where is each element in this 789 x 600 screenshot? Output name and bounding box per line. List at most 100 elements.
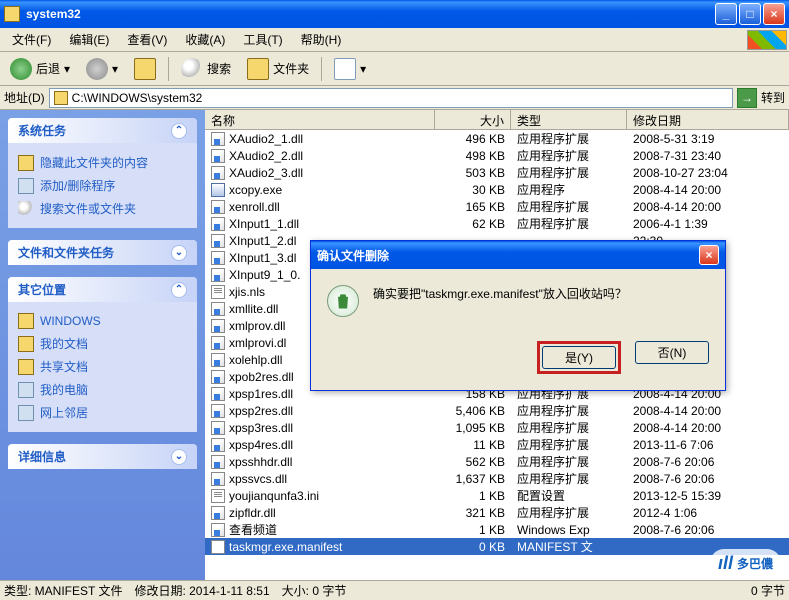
sidebar-link-shared[interactable]: 共享文档 — [18, 355, 187, 378]
file-size: 5,406 KB — [435, 404, 511, 418]
table-row[interactable]: xpsp3res.dll1,095 KB应用程序扩展2008-4-14 20:0… — [205, 419, 789, 436]
address-label: 地址(D) — [4, 89, 45, 106]
menu-edit[interactable]: 编辑(E) — [61, 29, 117, 50]
file-date: 2013-11-6 7:06 — [627, 438, 789, 452]
menu-tools[interactable]: 工具(T) — [235, 29, 290, 50]
no-button[interactable]: 否(N) — [635, 341, 709, 364]
file-type: Windows Exp — [511, 523, 627, 537]
file-type: 应用程序扩展 — [511, 419, 627, 436]
table-row[interactable]: xpsshhdr.dll562 KB应用程序扩展2008-7-6 20:06 — [205, 453, 789, 470]
address-input[interactable]: C:\WINDOWS\system32 — [49, 88, 733, 108]
file-icon — [211, 438, 225, 452]
file-size: 11 KB — [435, 438, 511, 452]
file-icon — [211, 523, 225, 537]
sidebar-link-mydocs[interactable]: 我的文档 — [18, 332, 187, 355]
search-button[interactable]: 搜索 — [175, 55, 237, 83]
file-type: 应用程序扩展 — [511, 164, 627, 181]
sidebar-link-mycomputer[interactable]: 我的电脑 — [18, 378, 187, 401]
sidebar-link-hide[interactable]: 隐藏此文件夹的内容 — [18, 151, 187, 174]
watermark: ıll 多巴儂 — [710, 549, 781, 578]
file-name: xpsshhdr.dll — [229, 455, 292, 469]
table-row[interactable]: taskmgr.exe.manifest0 KBMANIFEST 文 — [205, 538, 789, 555]
file-icon — [211, 421, 225, 435]
folders-button[interactable]: 文件夹 — [241, 55, 315, 83]
sidebar-link-network[interactable]: 网上邻居 — [18, 401, 187, 424]
forward-arrow-icon — [86, 58, 108, 80]
menu-view[interactable]: 查看(V) — [119, 29, 175, 50]
file-date: 2008-7-6 20:06 — [627, 523, 789, 537]
table-row[interactable]: XAudio2_3.dll503 KB应用程序扩展2008-10-27 23:0… — [205, 164, 789, 181]
toolbar-separator — [321, 57, 322, 81]
table-row[interactable]: xpsp4res.dll 11 KB应用程序扩展2013-11-6 7:06 — [205, 436, 789, 453]
sidebar-link-windows[interactable]: WINDOWS — [18, 310, 187, 332]
window-controls: _ □ × — [715, 3, 785, 25]
table-row[interactable]: 查看频道1 KBWindows Exp2008-7-6 20:06 — [205, 521, 789, 538]
toolbar: 后退 ▾ ▾ 搜索 文件夹 ▾ — [0, 52, 789, 86]
table-row[interactable]: XInput1_1.dll62 KB应用程序扩展2006-4-1 1:39 — [205, 215, 789, 232]
table-row[interactable]: XAudio2_2.dll498 KB应用程序扩展2008-7-31 23:40 — [205, 147, 789, 164]
file-name: xpsp3res.dll — [229, 421, 293, 435]
forward-button[interactable]: ▾ — [80, 55, 124, 83]
file-name: XAudio2_3.dll — [229, 166, 303, 180]
table-row[interactable]: XAudio2_1.dll496 KB应用程序扩展2008-5-31 3:19 — [205, 130, 789, 147]
confirm-delete-dialog: 确认文件删除 × 确实要把"taskmgr.exe.manifest"放入回收站… — [310, 240, 726, 391]
panel-file-tasks: 文件和文件夹任务 ⌄ — [8, 240, 197, 265]
menu-favorites[interactable]: 收藏(A) — [177, 29, 233, 50]
table-row[interactable]: xpssvcs.dll1,637 KB应用程序扩展2008-7-6 20:06 — [205, 470, 789, 487]
sidebar: 系统任务 ⌃ 隐藏此文件夹的内容 添加/删除程序 搜索文件或文件夹 文件和文件夹… — [0, 110, 205, 580]
menu-help[interactable]: 帮助(H) — [293, 29, 350, 50]
search-icon — [18, 201, 34, 217]
table-row[interactable]: zipfldr.dll321 KB应用程序扩展2012-4 1:06 — [205, 504, 789, 521]
minimize-button[interactable]: _ — [715, 3, 737, 25]
col-type[interactable]: 类型 — [511, 110, 627, 129]
sidebar-link-search[interactable]: 搜索文件或文件夹 — [18, 197, 187, 220]
back-button[interactable]: 后退 ▾ — [4, 55, 76, 83]
file-date: 2008-7-6 20:06 — [627, 472, 789, 486]
table-row[interactable]: youjianqunfa3.ini1 KB配置设置2013-12-5 15:39 — [205, 487, 789, 504]
col-date[interactable]: 修改日期 — [627, 110, 789, 129]
file-type: 应用程序扩展 — [511, 402, 627, 419]
file-size: 562 KB — [435, 455, 511, 469]
back-arrow-icon — [10, 58, 32, 80]
menu-file[interactable]: 文件(F) — [4, 29, 59, 50]
go-label: 转到 — [761, 89, 785, 106]
search-icon — [181, 58, 203, 80]
folder-icon — [18, 336, 34, 352]
file-name: xmlprovi.dl — [229, 336, 286, 350]
file-icon — [211, 200, 225, 214]
table-row[interactable]: xpsp2res.dll5,406 KB应用程序扩展2008-4-14 20:0… — [205, 402, 789, 419]
table-row[interactable]: xenroll.dll165 KB应用程序扩展2008-4-14 20:00 — [205, 198, 789, 215]
views-button[interactable]: ▾ — [328, 55, 372, 83]
search-label: 搜索 — [207, 60, 231, 77]
file-name: 查看频道 — [229, 521, 277, 538]
table-row[interactable]: xcopy.exe30 KB应用程序2008-4-14 20:00 — [205, 181, 789, 198]
up-button[interactable] — [128, 55, 162, 83]
panel-header[interactable]: 其它位置 ⌃ — [8, 277, 197, 302]
file-date: 2012-4 1:06 — [627, 506, 789, 520]
file-size: 1,095 KB — [435, 421, 511, 435]
toolbar-separator — [168, 57, 169, 81]
maximize-button[interactable]: □ — [739, 3, 761, 25]
dialog-titlebar: 确认文件删除 × — [311, 241, 725, 269]
yes-button[interactable]: 是(Y) — [542, 346, 616, 369]
file-size: 1,637 KB — [435, 472, 511, 486]
panel-header[interactable]: 文件和文件夹任务 ⌄ — [8, 240, 197, 265]
panel-header[interactable]: 系统任务 ⌃ — [8, 118, 197, 143]
file-type: 应用程序扩展 — [511, 436, 627, 453]
status-date: 修改日期: 2014-1-11 8:51 — [134, 582, 269, 599]
dialog-close-button[interactable]: × — [699, 245, 719, 265]
sidebar-link-addremove[interactable]: 添加/删除程序 — [18, 174, 187, 197]
panel-header[interactable]: 详细信息 ⌄ — [8, 444, 197, 469]
file-type: 应用程序扩展 — [511, 470, 627, 487]
folder-icon — [54, 91, 68, 105]
file-size: 503 KB — [435, 166, 511, 180]
col-size[interactable]: 大小 — [435, 110, 511, 129]
col-name[interactable]: 名称 — [205, 110, 435, 129]
file-name: XAudio2_1.dll — [229, 132, 303, 146]
go-button[interactable]: → — [737, 88, 757, 108]
windows-logo-icon — [747, 30, 787, 50]
file-name: xpsp4res.dll — [229, 438, 293, 452]
file-date: 2008-4-14 20:00 — [627, 200, 789, 214]
column-headers: 名称 大小 类型 修改日期 — [205, 110, 789, 130]
close-button[interactable]: × — [763, 3, 785, 25]
